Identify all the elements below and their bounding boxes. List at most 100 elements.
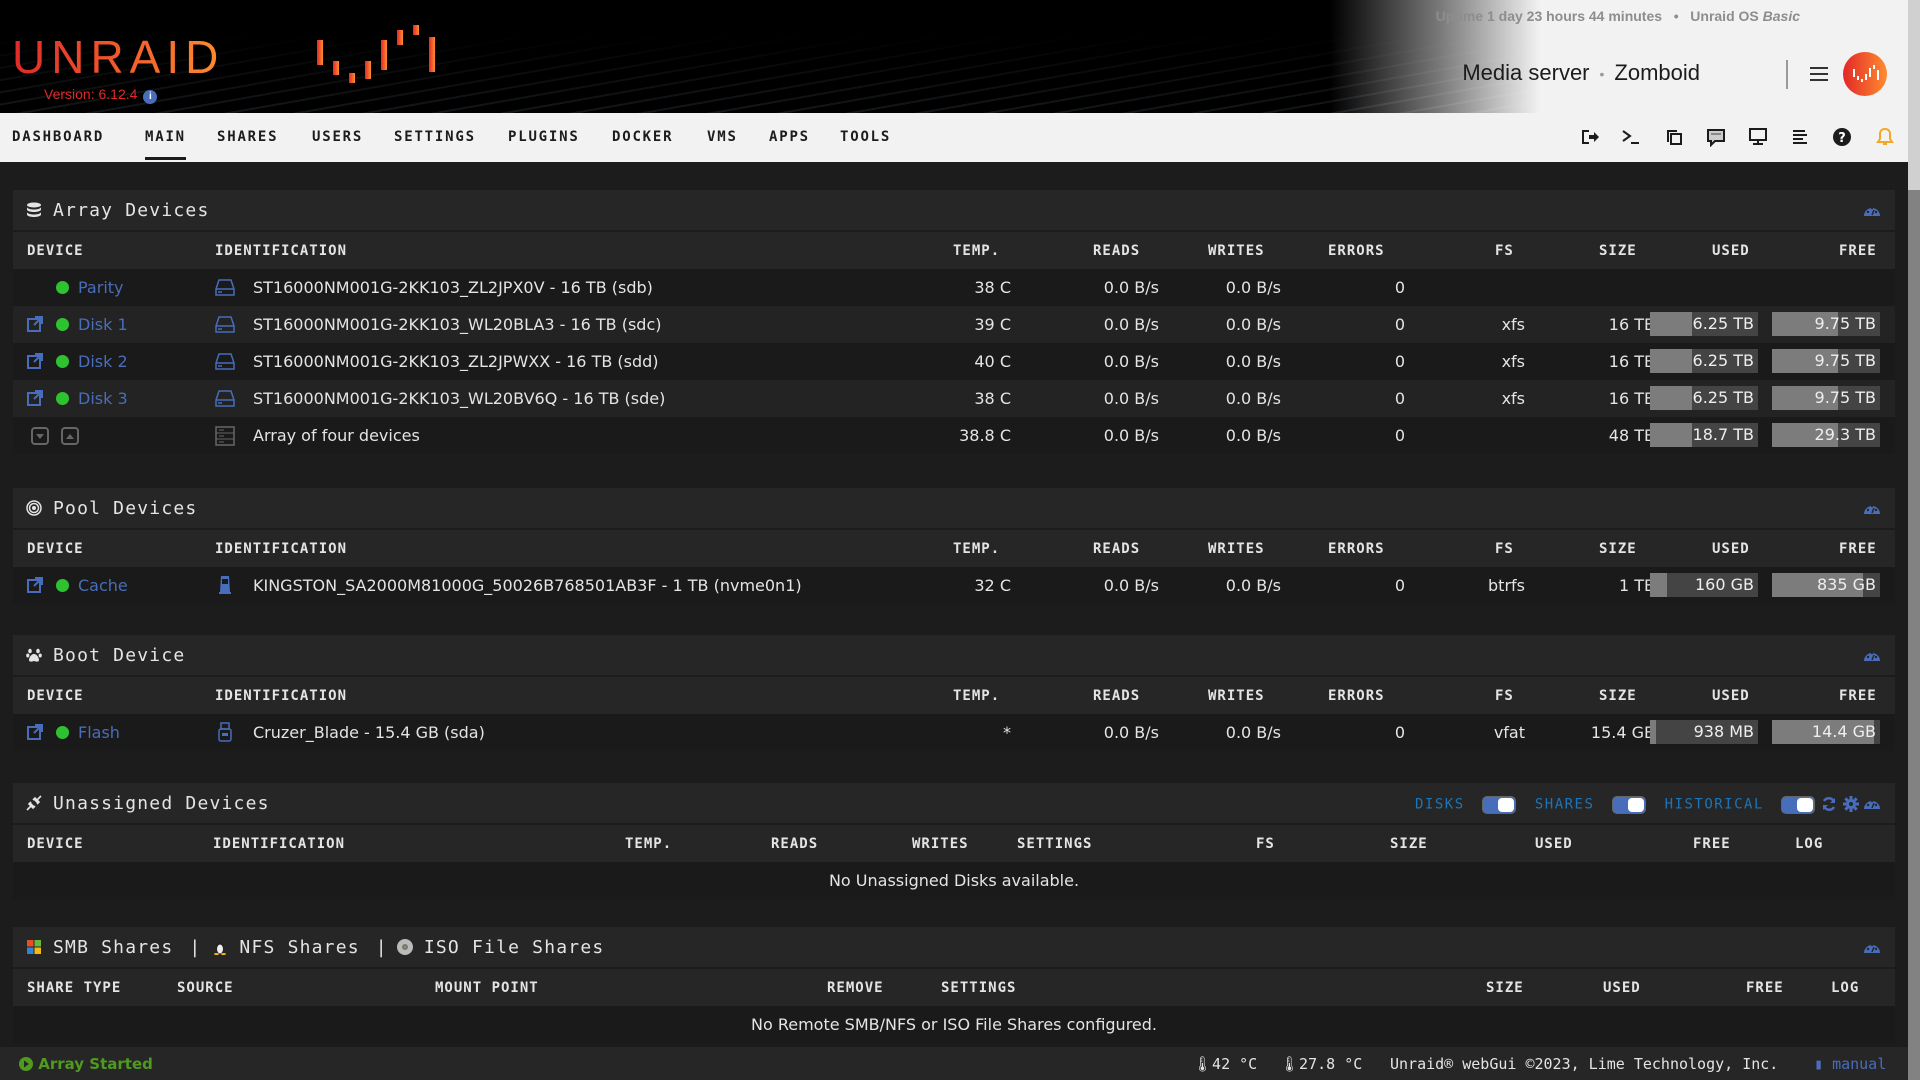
pool-column-headers: DEVICE IDENTIFICATION TEMP. READS WRITES… xyxy=(13,530,1895,567)
logout-icon[interactable] xyxy=(1580,127,1600,147)
hard-disk-icon xyxy=(215,351,235,375)
tab-docker[interactable]: DOCKER xyxy=(612,129,673,145)
external-link-icon[interactable] xyxy=(27,316,43,336)
external-link-icon[interactable] xyxy=(27,577,43,597)
hamburger-menu-icon[interactable] xyxy=(1810,67,1828,81)
device-name-link[interactable]: Disk 2 xyxy=(78,352,128,371)
col-settings: SETTINGS xyxy=(1017,836,1093,852)
section-title: Unassigned Devices xyxy=(53,792,270,814)
used-text: 160 GB xyxy=(1695,575,1754,594)
ud-toggles: DISKS SHARES HISTORICAL xyxy=(1415,794,1815,814)
user-avatar[interactable] xyxy=(1843,52,1887,96)
device-identification-link[interactable]: Cruzer_Blade - 15.4 GB (sda) xyxy=(253,723,485,742)
device-identification-link[interactable]: ST16000NM001G-2KK103_ZL2JPWXX - 16 TB (s… xyxy=(253,352,659,371)
col-free: FREE xyxy=(1839,688,1877,704)
license-tier[interactable]: Basic xyxy=(1763,8,1800,24)
dashboard-gauge-icon[interactable] xyxy=(1863,500,1881,518)
tab-vms[interactable]: VMS xyxy=(707,129,738,145)
gear-icon[interactable] xyxy=(1843,796,1859,812)
refresh-icon[interactable] xyxy=(1821,796,1837,812)
device-writes: 0.0 B/s xyxy=(1225,278,1281,297)
device-writes: 0.0 B/s xyxy=(1225,389,1281,408)
array-status: Array Started xyxy=(19,1055,153,1073)
manual-link[interactable]: ▮ manual xyxy=(1814,1055,1886,1073)
log-icon[interactable] xyxy=(1790,127,1810,147)
tab-shares[interactable]: SHARES xyxy=(217,129,278,145)
bell-icon[interactable] xyxy=(1875,127,1895,147)
disks-toggle-label: DISKS xyxy=(1415,796,1465,813)
used-fill xyxy=(1650,720,1657,744)
server-description: Zomboid xyxy=(1614,60,1700,85)
dashboard-gauge-icon[interactable] xyxy=(1863,202,1881,220)
col-temp: TEMP. xyxy=(953,243,1001,259)
tab-tools[interactable]: TOOLS xyxy=(840,129,891,145)
tab-main[interactable]: MAIN xyxy=(145,129,186,160)
unraid-logo[interactable]: UNRAID xyxy=(12,30,224,84)
monitor-icon[interactable] xyxy=(1748,127,1768,147)
tab-plugins[interactable]: PLUGINS xyxy=(508,129,580,145)
device-size: 16 TB xyxy=(1608,315,1655,334)
device-fs: xfs xyxy=(1501,352,1525,371)
device-temp: 38 C xyxy=(974,389,1011,408)
device-identification-link[interactable]: KINGSTON_SA2000M81000G_50026B768501AB3F … xyxy=(253,576,802,595)
free-bar: 9.75 TB xyxy=(1772,349,1880,373)
terminal-icon[interactable] xyxy=(1621,127,1641,147)
feedback-icon[interactable] xyxy=(1706,127,1726,147)
dashboard-gauge-icon[interactable] xyxy=(1863,647,1881,665)
collapse-up-icon[interactable] xyxy=(61,427,79,445)
array-devices-header: Array Devices xyxy=(13,190,1895,232)
license-text[interactable]: Unraid OS xyxy=(1690,8,1758,24)
col-size: SIZE xyxy=(1599,541,1637,557)
device-name-link[interactable]: Parity xyxy=(78,278,124,297)
status-dot-green xyxy=(56,726,69,739)
device-name-link[interactable]: Flash xyxy=(78,723,120,742)
dashboard-gauge-icon[interactable] xyxy=(1863,939,1881,957)
book-icon: ▮ xyxy=(1814,1055,1824,1073)
remote-shares-section: SMB Shares | NFS Shares | ISO File Share… xyxy=(13,927,1895,1043)
col-used: USED xyxy=(1603,980,1641,996)
device-identification-link[interactable]: ST16000NM001G-2KK103_WL20BLA3 - 16 TB (s… xyxy=(253,315,662,334)
no-remote-shares-message: No Remote SMB/NFS or ISO File Shares con… xyxy=(13,1006,1895,1043)
device-temp: 32 C xyxy=(974,576,1011,595)
section-title: Pool Devices xyxy=(53,497,198,519)
boot-device-header: Boot Device xyxy=(13,635,1895,677)
col-errors: ERRORS xyxy=(1328,688,1385,704)
device-identification-link[interactable]: ST16000NM001G-2KK103_WL20BV6Q - 16 TB (s… xyxy=(253,389,665,408)
device-row: Disk 2 ST16000NM001G-2KK103_ZL2JPWXX - 16… xyxy=(13,343,1895,380)
col-identification: IDENTIFICATION xyxy=(215,243,348,259)
external-link-icon[interactable] xyxy=(27,353,43,373)
disks-toggle[interactable] xyxy=(1481,795,1516,814)
device-size: 16 TB xyxy=(1608,389,1655,408)
collapse-down-icon[interactable] xyxy=(31,427,49,445)
info-icon[interactable]: i xyxy=(143,90,158,104)
unassigned-devices-header: Unassigned Devices DISKS SHARES HISTORIC… xyxy=(13,783,1895,825)
server-name-text: Media server xyxy=(1462,60,1590,85)
tab-dashboard[interactable]: DASHBOARD xyxy=(12,129,104,145)
manual-text[interactable]: manual xyxy=(1832,1055,1886,1073)
device-name-link[interactable]: Cache xyxy=(78,576,128,595)
status-dot-green xyxy=(56,392,69,405)
col-source: SOURCE xyxy=(177,980,234,996)
device-name-link[interactable]: Disk 3 xyxy=(78,389,128,408)
col-free: FREE xyxy=(1693,836,1731,852)
shares-toggle-label: SHARES xyxy=(1534,796,1595,813)
tab-settings[interactable]: SETTINGS xyxy=(394,129,476,145)
col-reads: READS xyxy=(771,836,819,852)
external-link-icon[interactable] xyxy=(27,390,43,410)
version-text: Version: 6.12.4 xyxy=(44,86,138,102)
used-text: 18.7 TB xyxy=(1692,425,1754,444)
help-icon[interactable]: ? xyxy=(1832,127,1852,147)
external-link-icon[interactable] xyxy=(27,724,43,744)
boot-rows: Flash Cruzer_Blade - 15.4 GB (sda) * 0.0 B/… xyxy=(13,714,1895,751)
scrollbar-thumb[interactable] xyxy=(1908,0,1920,190)
tab-users[interactable]: USERS xyxy=(312,129,363,145)
device-identification-link[interactable]: ST16000NM001G-2KK103_ZL2JPX0V - 16 TB (s… xyxy=(253,278,653,297)
tab-apps[interactable]: APPS xyxy=(769,129,810,145)
device-name-link[interactable]: Disk 1 xyxy=(78,315,128,334)
used-bar: 160 GB xyxy=(1650,573,1758,597)
col-size: SIZE xyxy=(1486,980,1524,996)
historical-toggle[interactable] xyxy=(1781,795,1815,814)
new-window-icon[interactable] xyxy=(1664,127,1684,147)
dashboard-gauge-icon[interactable] xyxy=(1863,795,1881,813)
shares-toggle[interactable] xyxy=(1611,795,1646,814)
